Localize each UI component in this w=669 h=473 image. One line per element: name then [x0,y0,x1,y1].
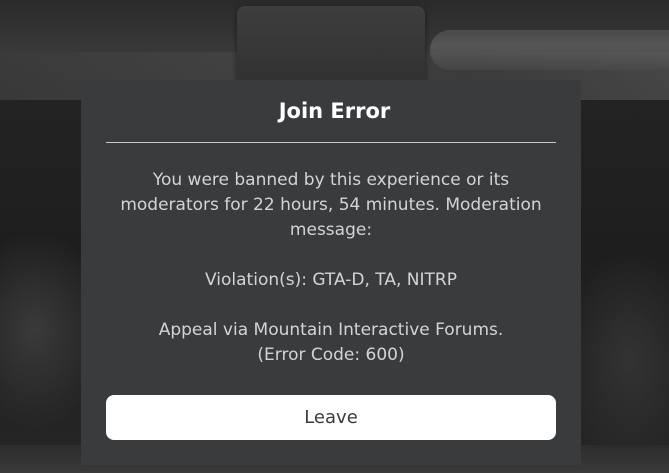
appeal-message: Appeal via Mountain Interactive Forums. … [158,320,504,365]
leave-button[interactable]: Leave [106,395,556,440]
error-message: You were banned by this experience or it… [106,168,556,368]
violation-message: Violation(s): GTA-D, TA, NITRP [205,270,457,290]
title-divider [106,142,556,143]
background-highlight [430,30,669,70]
ban-message: You were banned by this experience or it… [120,170,542,240]
game-scene: Join Error You were banned by this exper… [0,0,669,473]
dialog-title: Join Error [278,99,391,123]
